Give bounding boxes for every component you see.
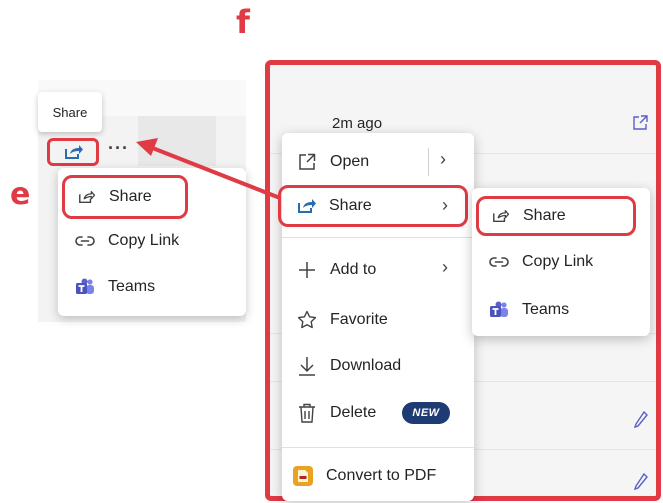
share-submenu: Share Copy Link Teams [472,188,650,336]
menu-share-item[interactable]: Share [278,185,468,227]
left-flyout-share-label: Share [109,188,152,205]
step-label-f: f [236,3,250,41]
menu-separator [282,447,474,448]
link-icon [74,230,96,252]
file-context-menu: Open › Share › Add to › Favorite Downloa… [278,133,474,501]
share-icon [65,145,83,159]
chevron-right-icon: › [442,257,448,277]
submenu-share-item[interactable]: Share [476,196,636,236]
download-icon [296,355,318,377]
step-label-e: e [10,177,31,212]
share-icon [75,186,97,208]
tooltip-text: Share [52,104,88,120]
teams-icon [74,276,96,298]
menu-download-item[interactable]: Download [296,353,401,379]
submenu-teams-item[interactable]: Teams [488,297,569,323]
new-badge: NEW [402,402,450,424]
teams-icon [488,299,510,321]
modified-time: 2m ago [332,115,383,132]
trash-icon [296,402,318,424]
pdf-icon [292,465,314,487]
submenu-copy-link-label: Copy Link [522,253,594,270]
left-flyout-copy-link-label: Copy Link [108,232,180,249]
menu-convert-pdf-item[interactable]: Convert to PDF [292,463,436,489]
share-icon-button[interactable] [47,138,99,166]
left-flyout-copy-link-item[interactable]: Copy Link [74,228,179,254]
star-icon [296,309,318,331]
open-icon [296,151,318,173]
menu-convert-pdf-label: Convert to PDF [326,467,437,484]
menu-add-to-item[interactable]: Add to [296,257,376,283]
left-row-hover-block [138,116,216,166]
share-icon [295,195,317,217]
menu-download-label: Download [330,357,402,374]
menu-favorite-item[interactable]: Favorite [296,307,388,333]
plus-icon [296,259,318,281]
chevron-right-icon: › [442,195,448,215]
left-share-flyout: Share Copy Link Teams [58,168,246,316]
edit-pencil-icon[interactable] [633,410,648,434]
edit-pencil-icon[interactable] [633,472,648,496]
menu-open-item[interactable]: Open [296,149,369,175]
share-tooltip: Share [38,92,102,132]
more-options-icon[interactable]: ··· [108,138,129,159]
menu-delete-item[interactable]: Delete [296,400,376,426]
left-flyout-share-item[interactable]: Share [62,175,188,219]
open-external-icon[interactable] [632,115,648,136]
link-icon [488,251,510,273]
menu-favorite-label: Favorite [330,311,388,328]
menu-delete-label: Delete [330,404,377,421]
menu-add-to-label: Add to [330,261,377,278]
menu-separator [282,237,474,238]
chevron-right-icon[interactable]: › [440,149,446,170]
submenu-copy-link-item[interactable]: Copy Link [488,249,593,275]
submenu-share-label: Share [523,207,566,224]
submenu-teams-label: Teams [522,301,570,318]
menu-share-label: Share [329,197,372,214]
left-flyout-teams-label: Teams [108,278,156,295]
share-icon [489,205,511,227]
menu-open-label: Open [330,153,370,170]
left-flyout-teams-item[interactable]: Teams [74,274,155,300]
open-split-divider [428,148,429,176]
